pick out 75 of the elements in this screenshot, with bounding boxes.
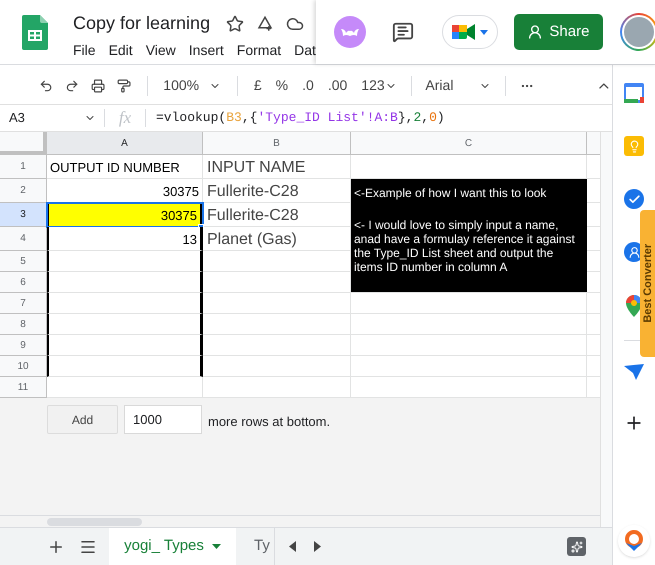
table-cell: INPUT NAME [203, 155, 351, 179]
menu-item[interactable]: Edit [108, 40, 133, 61]
font-dropdown[interactable]: Arial [419, 72, 498, 100]
horizontal-scrollbar[interactable] [47, 518, 142, 526]
increase-decimals-button[interactable]: .00 [322, 72, 354, 100]
paint-format-icon[interactable] [117, 76, 132, 94]
more-rows-label: more rows at bottom. [208, 412, 330, 431]
row-header[interactable]: 7 [0, 293, 47, 314]
scroll-right-icon[interactable] [314, 541, 321, 552]
row-header[interactable]: 8 [0, 314, 47, 335]
tasks-icon[interactable] [624, 189, 644, 209]
row-header[interactable]: 3 [0, 203, 47, 227]
note-text: <-Example of how I want this to look [354, 186, 548, 200]
table-cell [587, 155, 600, 179]
star-icon[interactable] [226, 14, 244, 32]
extension-logo[interactable] [618, 525, 650, 557]
note-text: <- I would love to simply input a name, anad have a formulay reference it against the Type_ID List sheet and output the items ID number in column A [354, 218, 576, 274]
sparkle-icon [570, 540, 582, 552]
scroll-left-icon[interactable] [288, 541, 296, 552]
arrow-icon[interactable] [624, 364, 644, 380]
table-cell: 30375 [47, 179, 203, 203]
row-header[interactable]: 11 [0, 377, 47, 398]
explore-button[interactable] [567, 537, 586, 556]
zoom-dropdown[interactable]: 100% [157, 72, 228, 100]
table-cell: 13 [47, 227, 203, 251]
share-button[interactable]: Share [514, 14, 603, 50]
row-header[interactable]: 2 [0, 179, 47, 203]
video-camera-icon [452, 23, 476, 41]
table-cell [587, 314, 600, 335]
menu-item[interactable]: View [146, 40, 176, 61]
caret-icon [480, 30, 488, 34]
row-header[interactable]: 5 [0, 251, 47, 272]
extension-tab[interactable]: Best Converter [640, 210, 655, 357]
calendar-icon[interactable] [624, 83, 644, 103]
caret-icon [212, 544, 221, 549]
menu-item[interactable]: File [73, 40, 96, 61]
name-box[interactable]: A3 [0, 108, 104, 128]
table-cell: Fullerite-C28 [203, 179, 351, 203]
column-header[interactable]: A [47, 132, 203, 155]
sheets-logo-icon[interactable] [22, 15, 48, 50]
currency-button[interactable]: £ [248, 72, 268, 100]
table-cell [587, 293, 600, 314]
row-header[interactable]: 1 [0, 155, 47, 179]
document-title[interactable]: Copy for learning [73, 10, 210, 37]
table-cell: Planet (Gas) [203, 227, 351, 251]
formula-text[interactable]: =vlookup(B3,{'Type_ID List'!A:B},2,0) [146, 108, 445, 128]
fx-label: fx [118, 107, 132, 130]
table-cell [587, 356, 600, 377]
drive-add-icon[interactable] [256, 14, 274, 32]
meet-button[interactable] [442, 15, 498, 49]
number-format-dropdown[interactable]: 123 [355, 72, 403, 100]
column-header[interactable]: C [351, 132, 587, 155]
person-icon [527, 24, 544, 40]
table-cell: Fullerite-C28 [203, 203, 351, 227]
column-header[interactable]: B [203, 132, 351, 155]
sheet-tab[interactable]: Ty [236, 528, 274, 565]
comment-icon[interactable] [392, 21, 414, 43]
decrease-decimals-button[interactable]: .0 [296, 72, 320, 100]
print-icon[interactable] [91, 76, 106, 94]
table-cell: OUTPUT ID NUMBER [47, 155, 203, 179]
add-rows-button[interactable]: Add [47, 405, 118, 434]
profile-avatar[interactable] [620, 13, 655, 51]
sheet-tab[interactable]: yogi_ Types [109, 528, 236, 565]
percent-button[interactable]: % [270, 72, 294, 100]
menu-item[interactable]: Insert [188, 40, 224, 61]
row-header[interactable]: 9 [0, 335, 47, 356]
menu-item[interactable]: Dat [294, 40, 316, 61]
row-header[interactable]: 10 [0, 356, 47, 377]
table-cell: 30375 [47, 203, 203, 227]
vertical-scrollbar[interactable] [600, 132, 612, 527]
table-cell [587, 335, 600, 356]
row-header[interactable]: 6 [0, 272, 47, 293]
rows-count-field[interactable]: 1000 [124, 405, 202, 434]
row-header[interactable]: 4 [0, 227, 47, 251]
menu-item[interactable]: Format [236, 40, 282, 61]
